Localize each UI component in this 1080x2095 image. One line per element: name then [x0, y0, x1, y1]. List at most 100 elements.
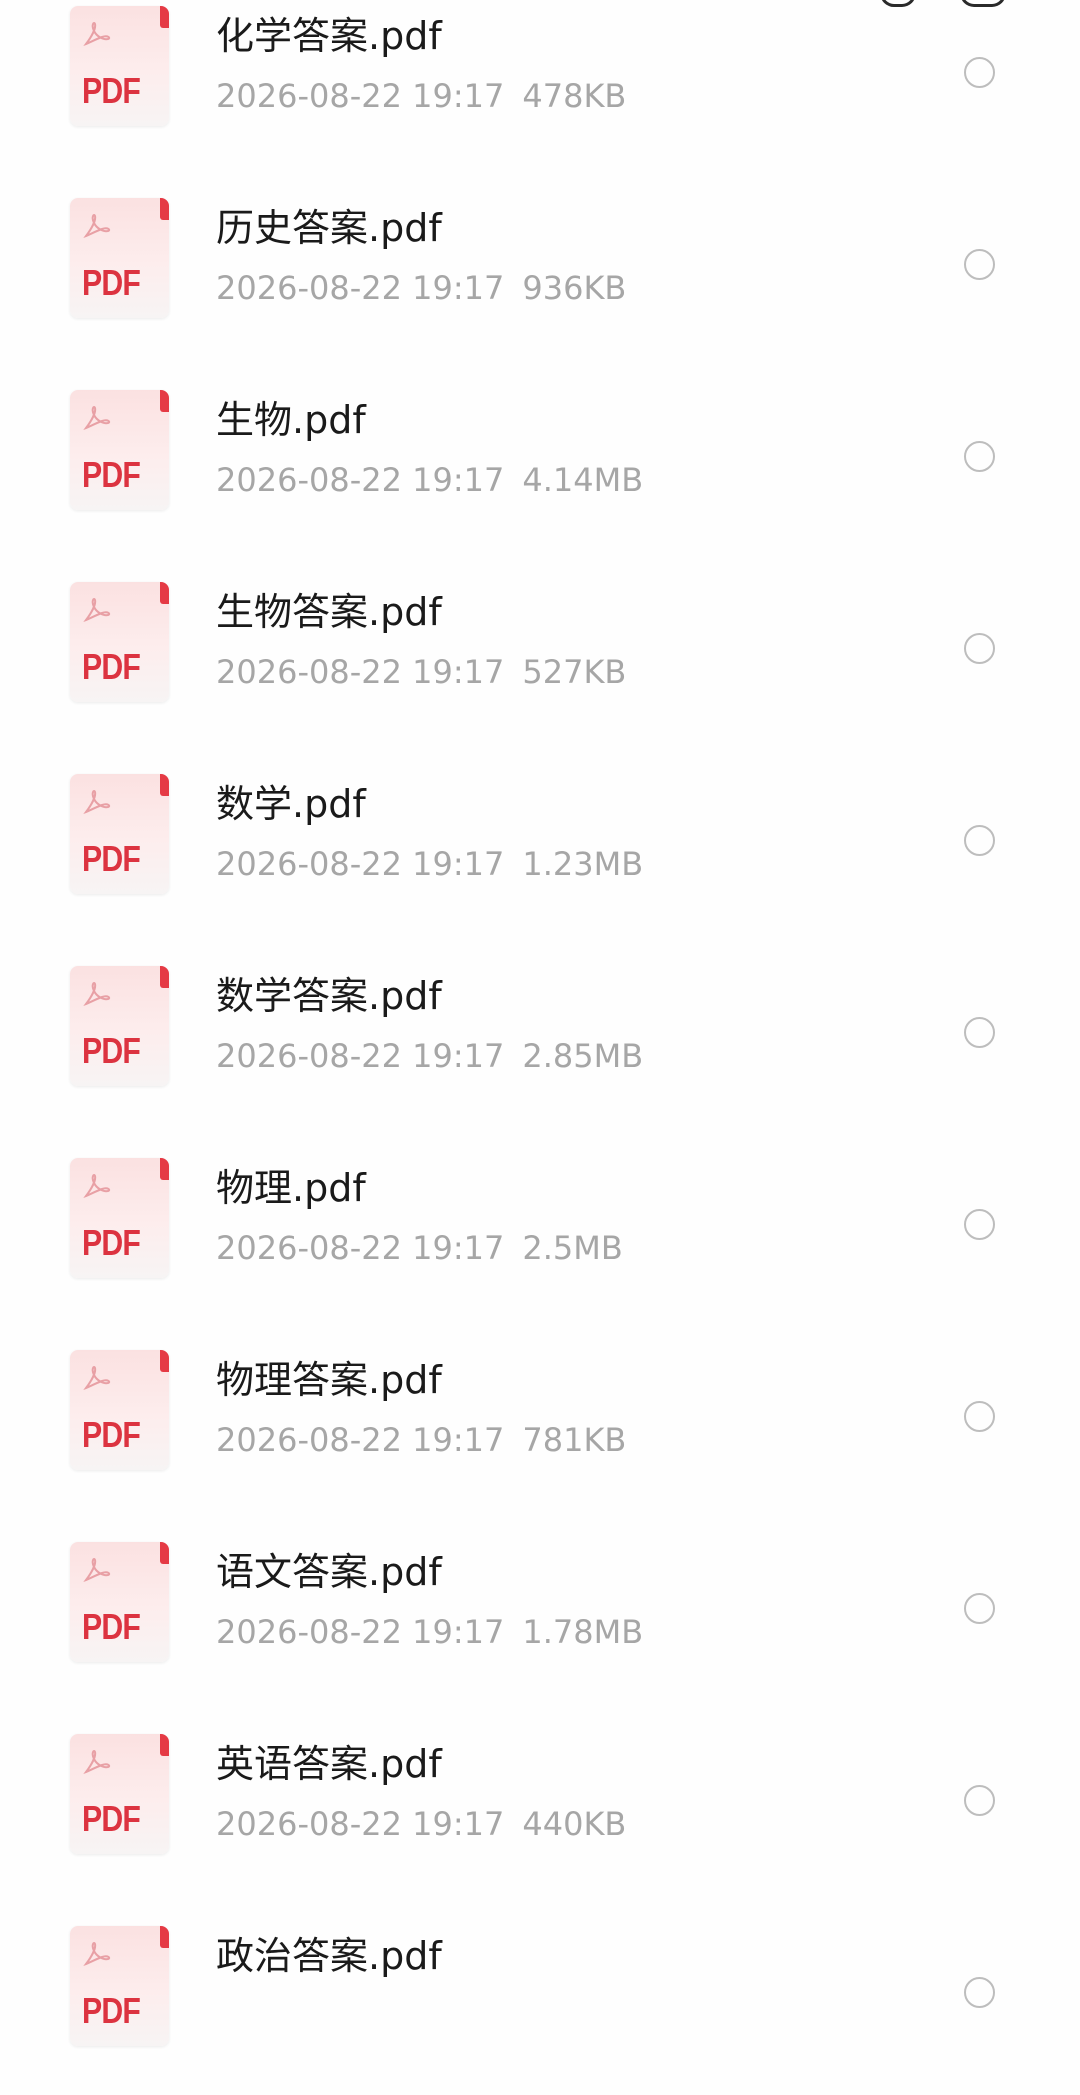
file-name: 化学答案.pdf: [216, 14, 442, 58]
select-radio-button[interactable]: [964, 1209, 995, 1240]
file-size: 4.14MB: [522, 461, 644, 499]
acrobat-icon: [83, 982, 111, 1006]
file-name: 英语答案.pdf: [216, 1742, 442, 1786]
pdf-file-icon: PDF: [70, 198, 169, 318]
acrobat-icon: [83, 1942, 111, 1966]
file-size: 1.23MB: [522, 845, 644, 883]
select-radio-button[interactable]: [964, 633, 995, 664]
file-size: 936KB: [522, 269, 627, 307]
pdf-corner-flag: [160, 198, 169, 220]
file-meta: 2026-08-22 19:17 2.85MB: [216, 1037, 643, 1075]
pdf-label: PDF: [82, 1990, 141, 2031]
file-name: 历史答案.pdf: [216, 206, 442, 250]
file-name: 语文答案.pdf: [216, 1550, 442, 1594]
pdf-corner-flag: [160, 1542, 169, 1564]
pdf-file-icon: PDF: [70, 1734, 169, 1854]
pdf-file-icon: PDF: [70, 774, 169, 894]
file-name: 生物答案.pdf: [216, 590, 442, 634]
file-date: 2026-08-22 19:17: [216, 77, 505, 115]
pdf-corner-flag: [160, 6, 169, 28]
file-meta: 2026-08-22 19:17 478KB: [216, 77, 626, 115]
pdf-corner-flag: [160, 1926, 169, 1948]
file-meta: 2026-08-22 19:17 1.23MB: [216, 845, 643, 883]
file-meta: 2026-08-22 19:17 527KB: [216, 653, 626, 691]
pdf-label: PDF: [82, 1798, 141, 1839]
select-radio-button[interactable]: [964, 1401, 995, 1432]
pdf-file-icon: PDF: [70, 1926, 169, 2046]
file-meta: [216, 1997, 234, 2035]
file-list-item[interactable]: PDF 数学.pdf 2026-08-22 19:17 1.23MB: [0, 751, 1080, 943]
file-name: 生物.pdf: [216, 398, 366, 442]
file-list-item[interactable]: PDF 历史答案.pdf 2026-08-22 19:17 936KB: [0, 175, 1080, 367]
file-list-item[interactable]: PDF 化学答案.pdf 2026-08-22 19:17 478KB: [0, 0, 1080, 175]
pdf-file-icon: PDF: [70, 1542, 169, 1662]
file-meta: 2026-08-22 19:17 4.14MB: [216, 461, 643, 499]
file-list-item[interactable]: PDF 物理.pdf 2026-08-22 19:17 2.5MB: [0, 1135, 1080, 1327]
file-date: 2026-08-22 19:17: [216, 845, 505, 883]
select-radio-button[interactable]: [964, 441, 995, 472]
file-date: 2026-08-22 19:17: [216, 653, 505, 691]
pdf-corner-flag: [160, 1158, 169, 1180]
file-list-item[interactable]: PDF 英语答案.pdf 2026-08-22 19:17 440KB: [0, 1711, 1080, 1903]
pdf-corner-flag: [160, 390, 169, 412]
file-list-item[interactable]: PDF 语文答案.pdf 2026-08-22 19:17 1.78MB: [0, 1519, 1080, 1711]
pdf-corner-flag: [160, 1350, 169, 1372]
file-meta: 2026-08-22 19:17 936KB: [216, 269, 626, 307]
pdf-file-icon: PDF: [70, 1158, 169, 1278]
pdf-label: PDF: [82, 1030, 141, 1071]
acrobat-icon: [83, 1558, 111, 1582]
pdf-label: PDF: [82, 70, 141, 111]
file-size: 781KB: [522, 1421, 627, 1459]
acrobat-icon: [83, 790, 111, 814]
file-size: 478KB: [522, 77, 627, 115]
pdf-corner-flag: [160, 966, 169, 988]
file-list: PDF 化学答案.pdf 2026-08-22 19:17 478KB PDF 历…: [0, 0, 1080, 2095]
file-date: 2026-08-22 19:17: [216, 269, 505, 307]
pdf-corner-flag: [160, 582, 169, 604]
select-radio-button[interactable]: [964, 1977, 995, 2008]
select-radio-button[interactable]: [964, 57, 995, 88]
file-list-item[interactable]: PDF 物理答案.pdf 2026-08-22 19:17 781KB: [0, 1327, 1080, 1519]
pdf-label: PDF: [82, 1606, 141, 1647]
file-date: 2026-08-22 19:17: [216, 1805, 505, 1843]
select-radio-button[interactable]: [964, 1593, 995, 1624]
file-list-item[interactable]: PDF 生物答案.pdf 2026-08-22 19:17 527KB: [0, 559, 1080, 751]
pdf-label: PDF: [82, 262, 141, 303]
pdf-label: PDF: [82, 1222, 141, 1263]
file-size: 1.78MB: [522, 1613, 644, 1651]
acrobat-icon: [83, 1750, 111, 1774]
acrobat-icon: [83, 1174, 111, 1198]
file-date: 2026-08-22 19:17: [216, 1229, 505, 1267]
file-meta: 2026-08-22 19:17 440KB: [216, 1805, 626, 1843]
file-name: 物理答案.pdf: [216, 1358, 442, 1402]
pdf-corner-flag: [160, 774, 169, 796]
select-radio-button[interactable]: [964, 249, 995, 280]
file-name: 物理.pdf: [216, 1166, 366, 1210]
pdf-label: PDF: [82, 838, 141, 879]
pdf-corner-flag: [160, 1734, 169, 1756]
acrobat-icon: [83, 406, 111, 430]
file-meta: 2026-08-22 19:17 1.78MB: [216, 1613, 643, 1651]
file-list-item[interactable]: PDF 数学答案.pdf 2026-08-22 19:17 2.85MB: [0, 943, 1080, 1135]
file-meta: 2026-08-22 19:17 2.5MB: [216, 1229, 623, 1267]
file-date: 2026-08-22 19:17: [216, 1613, 505, 1651]
select-radio-button[interactable]: [964, 825, 995, 856]
file-size: 2.85MB: [522, 1037, 644, 1075]
select-radio-button[interactable]: [964, 1017, 995, 1048]
file-date: 2026-08-22 19:17: [216, 461, 505, 499]
acrobat-icon: [83, 22, 111, 46]
acrobat-icon: [83, 214, 111, 238]
select-radio-button[interactable]: [964, 1785, 995, 1816]
file-date: 2026-08-22 19:17: [216, 1421, 505, 1459]
file-name: 政治答案.pdf: [216, 1934, 442, 1978]
file-size: 440KB: [522, 1805, 627, 1843]
file-list-item[interactable]: PDF 政治答案.pdf: [0, 1903, 1080, 2095]
file-name: 数学答案.pdf: [216, 974, 442, 1018]
pdf-file-icon: PDF: [70, 6, 169, 126]
pdf-label: PDF: [82, 454, 141, 495]
acrobat-icon: [83, 1366, 111, 1390]
pdf-file-icon: PDF: [70, 582, 169, 702]
file-name: 数学.pdf: [216, 782, 366, 826]
file-list-item[interactable]: PDF 生物.pdf 2026-08-22 19:17 4.14MB: [0, 367, 1080, 559]
file-date: 2026-08-22 19:17: [216, 1037, 505, 1075]
